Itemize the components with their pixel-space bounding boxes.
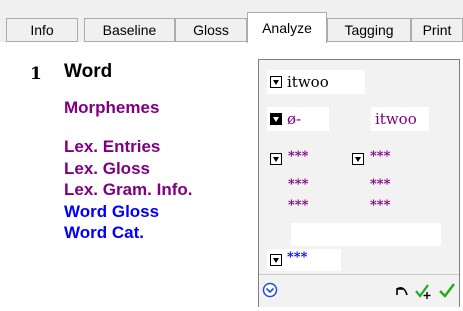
undo-icon[interactable] <box>393 282 411 300</box>
word-cat-dropdown-icon[interactable] <box>270 254 282 266</box>
label-morphemes: Morphemes <box>64 98 160 117</box>
tab-gloss-label: Gloss <box>193 22 229 38</box>
lex-entry-left-text: *** <box>288 149 309 164</box>
label-word-gloss: Word Gloss <box>64 202 160 221</box>
word-gloss-input[interactable] <box>291 223 441 246</box>
tab-print[interactable]: Print <box>411 18 463 42</box>
label-lex-entries: Lex. Entries <box>64 137 161 156</box>
bundle-toolbar <box>259 274 459 307</box>
word-form-text: itwoo <box>287 73 329 91</box>
tab-info-label: Info <box>30 22 54 38</box>
tab-gloss[interactable]: Gloss <box>175 18 247 42</box>
approve-add-icon[interactable] <box>414 282 434 300</box>
label-word-cat: Word Cat. <box>64 223 144 242</box>
tab-analyze[interactable]: Analyze <box>247 12 327 43</box>
tab-baseline[interactable]: Baseline <box>84 18 175 42</box>
morph-right-cell[interactable]: itwoo <box>371 107 429 131</box>
word-number: 1 <box>30 64 42 84</box>
word-cat-text: *** <box>287 250 308 265</box>
morph-left-cell[interactable]: ø- <box>267 107 329 131</box>
word-form-cell[interactable]: itwoo <box>267 70 365 94</box>
word-cat-cell[interactable]: *** <box>267 249 341 271</box>
tab-baseline-label: Baseline <box>102 22 157 38</box>
gram-info-right-text[interactable]: *** <box>370 198 390 213</box>
morph-left-dropdown-icon[interactable] <box>270 113 282 125</box>
approve-icon[interactable] <box>438 281 456 299</box>
morph-left-text: ø- <box>287 110 302 128</box>
tab-strip: Info Baseline Gloss Analyze Tagging Prin… <box>0 0 463 43</box>
label-lex-gloss: Lex. Gloss <box>64 159 150 178</box>
lex-entry-left-dropdown-icon[interactable] <box>270 153 282 165</box>
tab-print-label: Print <box>422 22 452 38</box>
tab-tagging-label: Tagging <box>344 22 394 38</box>
label-word: Word <box>64 61 113 82</box>
gram-info-left-text[interactable]: *** <box>288 198 308 213</box>
lex-gloss-left-text[interactable]: *** <box>288 177 308 192</box>
tab-analyze-label: Analyze <box>262 20 312 36</box>
lex-entry-right-dropdown-icon[interactable] <box>352 153 364 165</box>
word-form-dropdown-icon[interactable] <box>270 76 282 88</box>
label-lex-gram-info: Lex. Gram. Info. <box>64 180 193 199</box>
lex-entry-right-text: *** <box>370 149 391 164</box>
morph-right-text: itwoo <box>375 110 417 128</box>
tab-info[interactable]: Info <box>6 18 78 42</box>
chevron-circle-down-icon[interactable] <box>262 282 278 298</box>
lex-gloss-right-text[interactable]: *** <box>370 177 390 192</box>
tab-tagging[interactable]: Tagging <box>327 18 411 42</box>
analysis-bundle: itwoo ø- itwoo *** *** *** *** *** *** *… <box>258 59 460 307</box>
